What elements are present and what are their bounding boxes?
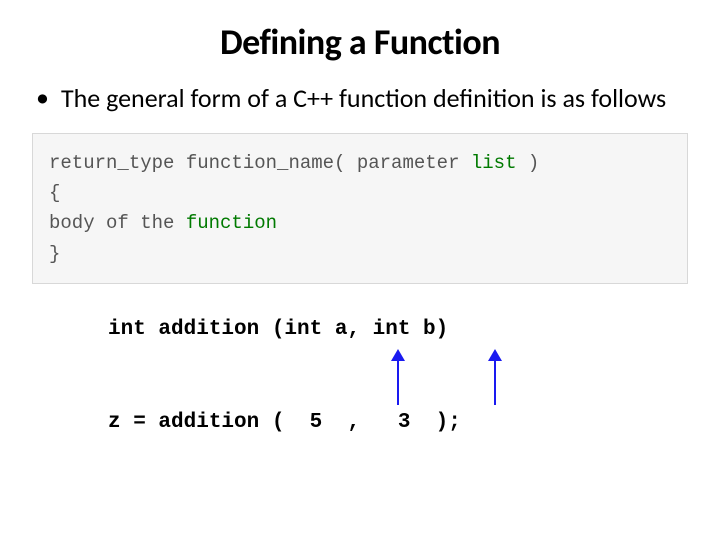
slide: Defining a Function • The general form o…	[0, 0, 720, 540]
code-line-4: }	[49, 239, 671, 269]
code-keyword-list: list	[471, 152, 517, 174]
code-text: body of the	[49, 212, 186, 234]
code-line-1: return_type function_name( parameter lis…	[49, 148, 671, 178]
example-declaration: int addition (int a, int b)	[108, 318, 690, 341]
code-syntax-box: return_type function_name( parameter lis…	[32, 133, 688, 285]
code-keyword-function: function	[186, 212, 277, 234]
bullet-marker: •	[36, 82, 49, 113]
bullet-item: • The general form of a C++ function def…	[30, 82, 690, 115]
arrow-icon	[391, 349, 405, 405]
code-line-2: {	[49, 178, 671, 208]
arrow-row	[108, 349, 690, 409]
code-text: )	[516, 152, 539, 174]
example-area: int addition (int a, int b) z = addition…	[30, 318, 690, 434]
slide-title: Defining a Function	[30, 20, 690, 64]
code-text: return_type function_name( parameter	[49, 152, 471, 174]
arrow-icon	[488, 349, 502, 405]
bullet-text: The general form of a C++ function defin…	[61, 82, 666, 115]
code-line-3: body of the function	[49, 208, 671, 238]
